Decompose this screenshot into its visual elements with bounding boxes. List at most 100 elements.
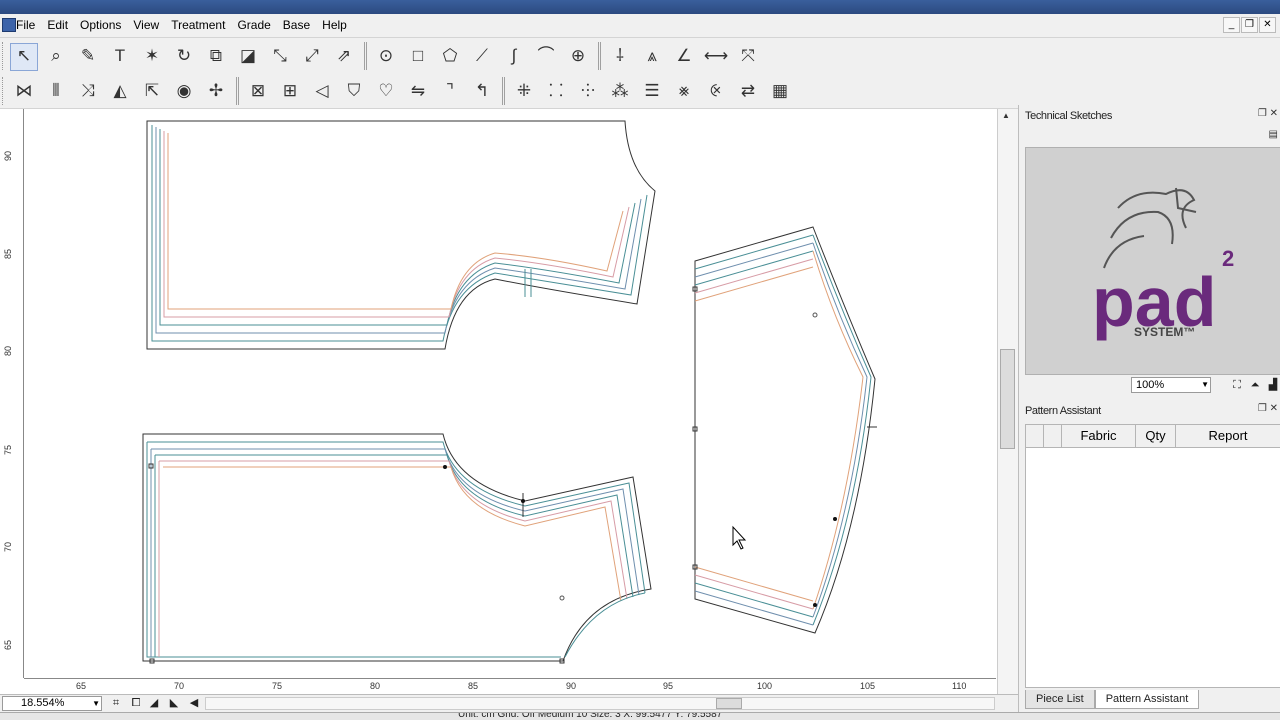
- grade-point-tool-button[interactable]: ⤧: [734, 43, 762, 71]
- panel-options-icon[interactable]: ▤: [1269, 129, 1278, 140]
- triangle-tool-button[interactable]: ◁: [308, 78, 336, 106]
- polygon-tool-button[interactable]: ⬠: [436, 43, 464, 71]
- hook-tool-button[interactable]: ↰: [468, 78, 496, 106]
- grade-copy-tool-button[interactable]: ⸬: [542, 78, 570, 106]
- sketch-fit-icon[interactable]: ⛶: [1229, 378, 1245, 393]
- hruler-label: 100: [757, 681, 773, 691]
- menu-options[interactable]: Options: [80, 18, 121, 32]
- tab-piece-list[interactable]: Piece List: [1025, 690, 1095, 709]
- vruler-label: 90: [3, 150, 13, 161]
- pattern-canvas[interactable]: [25, 109, 997, 678]
- arc-tool-button[interactable]: ⌒: [532, 43, 560, 71]
- scroll-left-arrow-icon[interactable]: ◀: [186, 696, 202, 711]
- status-text: Unit: cm Grid: Off Medium 10 Size: 3 X: …: [458, 712, 723, 720]
- pattern-assistant-table-body[interactable]: [1025, 448, 1280, 688]
- menu-grade[interactable]: Grade: [237, 18, 270, 32]
- grade-rule-tool-button[interactable]: ⁜: [510, 78, 538, 106]
- line-tool-button[interactable]: ⟋: [468, 43, 496, 71]
- copy-tool-button[interactable]: ⧉: [202, 43, 230, 71]
- column-header-fabric[interactable]: Fabric: [1062, 425, 1136, 447]
- grade-stack-tool-button[interactable]: ☰: [638, 78, 666, 106]
- pattern-piece-front[interactable]: [146, 120, 656, 350]
- hruler-label: 110: [952, 681, 967, 691]
- grade-x-tool-button[interactable]: ⨳: [670, 78, 698, 106]
- corner-tool-button[interactable]: ⌝: [436, 78, 464, 106]
- grade-paste-tool-button[interactable]: ⸭: [574, 78, 602, 106]
- heart-tool-button[interactable]: ♡: [372, 78, 400, 106]
- canvas-vertical-scrollbar[interactable]: ▲: [997, 109, 1018, 694]
- menu-base[interactable]: Base: [283, 18, 310, 32]
- panel-float-close-icon[interactable]: ❐ ✕: [1258, 108, 1278, 119]
- circle-tool-button[interactable]: ⊙: [372, 43, 400, 71]
- pattern-toolbar: ⋈ ⫴ ⤨ ◭ ⇱ ◉ ✢ ⊠ ⊞ ◁ ⛉ ♡ ⇋ ⌝ ↰ ⁜ ⸬ ⸭ ⁂ ☰ ⨳ ⨴ ⇄ ▦: [0, 73, 1280, 109]
- rectangle-tool-button[interactable]: □: [404, 43, 432, 71]
- close-button[interactable]: ✕: [1259, 17, 1276, 33]
- fill-view-icon[interactable]: ◣: [166, 696, 182, 711]
- menu-file[interactable]: File: [16, 18, 35, 32]
- curve-tool-button[interactable]: ∫: [500, 43, 528, 71]
- column-header-qty[interactable]: Qty: [1136, 425, 1176, 447]
- select-tool-button[interactable]: ↖: [10, 43, 38, 71]
- grid-circle-tool-button[interactable]: ⊕: [564, 43, 592, 71]
- stretch-tool-button[interactable]: ⇗: [330, 43, 358, 71]
- axis-tool-button[interactable]: ⟷: [702, 43, 730, 71]
- pattern-piece-sleeve[interactable]: [692, 226, 877, 634]
- menu-view[interactable]: View: [133, 18, 159, 32]
- move-tool-button[interactable]: ⇱: [138, 78, 166, 106]
- grade-table-tool-button[interactable]: ▦: [766, 78, 794, 106]
- piece-view-icon[interactable]: ⧠: [128, 696, 144, 711]
- pleat-tool-button[interactable]: ⤨: [74, 78, 102, 106]
- app-icon[interactable]: [2, 18, 16, 32]
- seam-tool-button[interactable]: ◉: [170, 78, 198, 106]
- zoom-tool-button[interactable]: ⌕: [42, 43, 70, 71]
- column-header[interactable]: [1026, 425, 1044, 447]
- sketch-chart-icon[interactable]: ▟: [1265, 378, 1280, 393]
- minimize-button[interactable]: _: [1223, 17, 1240, 33]
- shield-tool-button[interactable]: ⛉: [340, 78, 368, 106]
- notch-tool-button[interactable]: ⸸: [606, 43, 634, 71]
- menu-edit[interactable]: Edit: [47, 18, 68, 32]
- menu-help[interactable]: Help: [322, 18, 347, 32]
- column-header[interactable]: [1044, 425, 1062, 447]
- fit-page-icon[interactable]: ⌗: [108, 696, 124, 711]
- technical-sketch-view[interactable]: pad 2 SYSTEM™: [1025, 147, 1280, 375]
- chevron-down-icon[interactable]: ▼: [92, 697, 100, 710]
- sketch-mountain-icon[interactable]: ⏶: [1247, 378, 1263, 393]
- toolbar-grip[interactable]: [2, 42, 5, 70]
- join-tool-button[interactable]: ⊞: [276, 78, 304, 106]
- grade-y-tool-button[interactable]: ⨴: [702, 78, 730, 106]
- scroll-up-arrow-icon[interactable]: ▲: [1002, 111, 1010, 120]
- pattern-piece-back[interactable]: [142, 433, 652, 664]
- canvas-zoom-select[interactable]: 18.554% ▼: [2, 696, 102, 711]
- grade-swap-tool-button[interactable]: ⇄: [734, 78, 762, 106]
- menu-treatment[interactable]: Treatment: [171, 18, 225, 32]
- scale-tool-button[interactable]: ⤡: [266, 43, 294, 71]
- restore-button[interactable]: ❐: [1241, 17, 1258, 33]
- tab-pattern-assistant[interactable]: Pattern Assistant: [1094, 690, 1200, 709]
- flip-tool-button[interactable]: ⇋: [404, 78, 432, 106]
- add-seam-tool-button[interactable]: ✢: [202, 78, 230, 106]
- toolbar-grip[interactable]: [2, 77, 5, 105]
- menu-items: File Edit Options View Treatment Grade B…: [16, 18, 359, 32]
- grade-nest-tool-button[interactable]: ⁂: [606, 78, 634, 106]
- scroll-thumb[interactable]: [1000, 349, 1015, 449]
- mirror-tool-button[interactable]: ⋈: [10, 78, 38, 106]
- dart-tool-button[interactable]: ⩓: [638, 43, 666, 71]
- extend-tool-button[interactable]: ⤢: [298, 43, 326, 71]
- chevron-down-icon[interactable]: ▼: [1201, 378, 1209, 392]
- hscroll-thumb[interactable]: [716, 698, 742, 709]
- text-tool-button[interactable]: T: [106, 43, 134, 71]
- column-header-report[interactable]: Report: [1176, 425, 1280, 447]
- rotate-tool-button[interactable]: ↻: [170, 43, 198, 71]
- sketch-zoom-select[interactable]: 100% ▼: [1131, 377, 1211, 393]
- cut-piece-tool-button[interactable]: ⊠: [244, 78, 272, 106]
- canvas-horizontal-scrollbar[interactable]: [205, 697, 995, 710]
- point-tool-button[interactable]: ✶: [138, 43, 166, 71]
- split-tool-button[interactable]: ⫴: [42, 78, 70, 106]
- fold-tool-button[interactable]: ◭: [106, 78, 134, 106]
- piece-tool-button[interactable]: ◪: [234, 43, 262, 71]
- measure-tool-button[interactable]: ✎: [74, 43, 102, 71]
- angle-tool-button[interactable]: ∠: [670, 43, 698, 71]
- shape-view-icon[interactable]: ◢: [146, 696, 162, 711]
- panel-float-close-icon[interactable]: ❐ ✕: [1258, 403, 1278, 414]
